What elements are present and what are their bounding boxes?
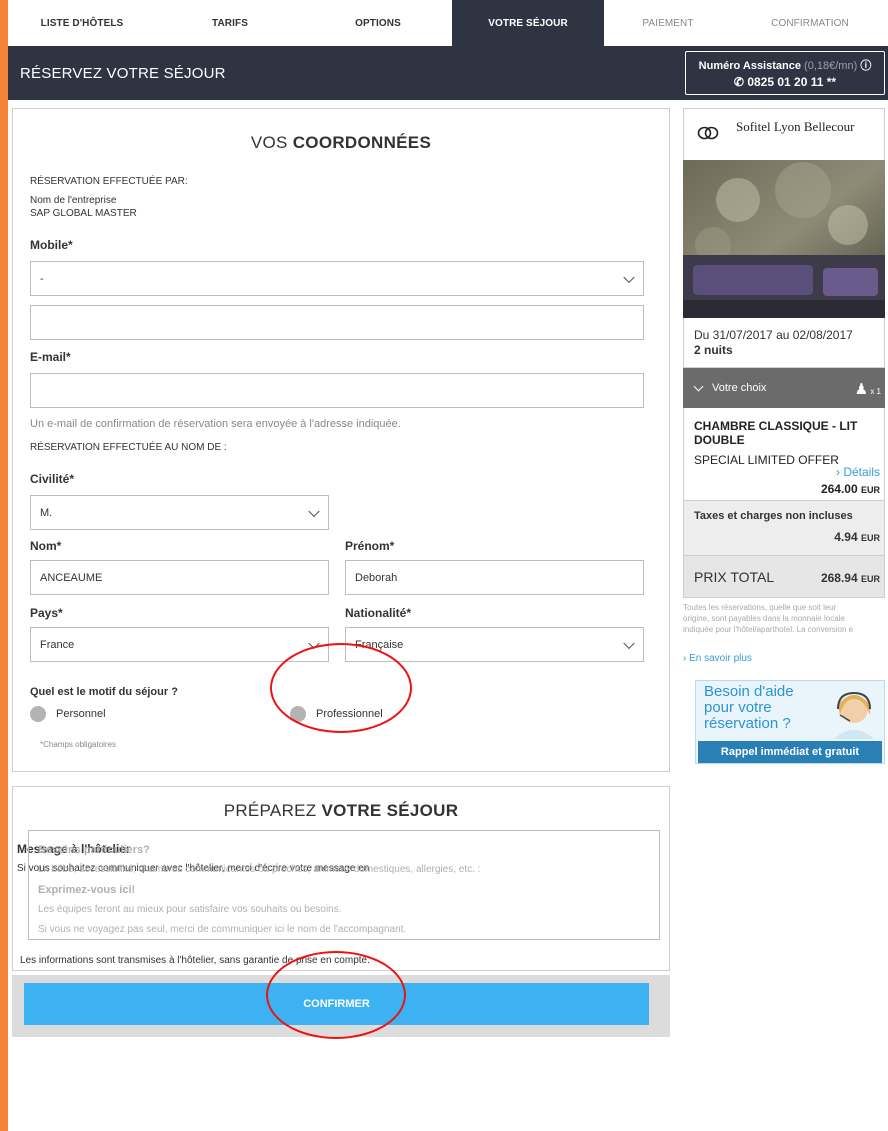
mobile-prefix-select[interactable]: - [30,261,644,296]
taxes-row: Taxes et charges non incluses 4.94 EUR [683,501,885,556]
civility-label: Civilité* [30,472,75,486]
civility-select[interactable]: M. [30,495,329,530]
sofitel-logo-icon [697,126,719,140]
company-value: SAP GLOBAL MASTER [30,208,137,219]
assistance-box[interactable]: Numéro Assistance (0,18€/mn) ⓘ ✆ 0825 01… [685,51,885,95]
country-label: Pays* [30,606,63,620]
country-select[interactable]: France [30,627,329,662]
nights-count: 2 nuits [694,343,733,357]
civility-value: M. [40,506,53,519]
purpose-personal-radio[interactable]: Personnel [30,706,106,722]
taxes-label: Taxes et charges non incluses [694,510,853,522]
support-agent-image [834,691,874,739]
total-row: PRIX TOTAL 268.94 EUR [683,556,885,598]
contact-details-card: VOS COORDONNÉES RÉSERVATION EFFECTUÉE PA… [12,108,670,772]
message-textarea[interactable]: Besoins particuliers? Lit bébé, accessib… [28,830,660,940]
step-your-stay: VOTRE SÉJOUR [452,0,604,46]
country-value: France [40,638,75,651]
hotel-header: Sofitel Lyon Bellecour [683,108,885,160]
mobile-label: Mobile* [30,238,73,252]
booking-steps: LISTE D'HÔTELS TARIFS OPTIONS VOTRE SÉJO… [8,0,888,46]
assistance-rate: (0,18€/mn) [804,60,858,72]
firstname-label: Prénom* [345,539,395,553]
placeholder-line: Les équipes feront au mieux pour satisfa… [38,904,342,915]
radio-dot [30,706,46,722]
purpose-personal-label: Personnel [56,708,106,720]
step-payment: PAIEMENT [642,17,694,29]
help-text: Besoin d'aide pour votre réservation ? [704,683,794,732]
page-title: RÉSERVEZ VOTRE SÉJOUR [20,65,226,82]
placeholder-line: Besoins particuliers? [38,844,150,856]
booked-for-heading: RÉSERVATION EFFECTUÉE AU NOM DE : [30,442,227,453]
person-count: ♟ x 1 [854,381,881,398]
person-icon: ♟ [854,381,869,398]
chevron-down-icon [623,271,635,283]
total-value: 268.94 EUR [820,571,880,585]
lastname-input[interactable]: ANCEAUME [30,560,329,595]
room-details: CHAMBRE CLASSIQUE - LIT DOUBLE SPECIAL L… [683,408,885,501]
callback-button[interactable]: Rappel immédiat et gratuit [698,741,882,763]
step-options[interactable]: OPTIONS [304,0,452,46]
booked-by-heading: RÉSERVATION EFFECTUÉE PAR: [30,176,188,187]
placeholder-line: Si vous ne voyagez pas seul, merci de co… [38,924,407,935]
annotation-circle [266,951,406,1039]
step-confirmation: CONFIRMATION [771,17,849,29]
contact-section-title: VOS COORDONNÉES [250,133,432,152]
chevron-down-icon [623,637,635,649]
more-info-link[interactable]: › En savoir plus [683,653,752,664]
nationality-label: Nationalité* [345,606,412,620]
email-label: E-mail* [30,350,71,364]
assistance-label: Numéro Assistance [698,60,801,72]
email-input[interactable] [30,373,644,408]
hotel-name: Sofitel Lyon Bellecour [736,119,855,134]
taxes-value: 4.94 EUR [834,530,880,544]
payment-info: Toutes les réservations, quelle que soit… [683,603,854,634]
chevron-down-icon [693,381,704,391]
placeholder-line: Lit bébé, accessibilité, chambres commun… [38,864,481,875]
lastname-label: Nom* [30,539,62,553]
company-label: Nom de l'entreprise [30,195,117,206]
your-choice-label: Votre choix [712,382,767,394]
room-price: 264.00 EUR [820,482,880,496]
mobile-prefix-value: - [40,272,44,285]
help-banner[interactable]: Besoin d'aide pour votre réservation ? R… [695,680,885,764]
chevron-down-icon [308,505,320,517]
phone-icon: ✆ [733,75,748,89]
firstname-input[interactable]: Deborah [345,560,644,595]
step-hotel-list[interactable]: LISTE D'HÔTELS [8,0,156,46]
step-rates[interactable]: TARIFS [156,0,304,46]
date-range: Du 31/07/2017 au 02/08/2017 [694,328,853,342]
placeholder-line: Exprimez-vous ici! [38,884,136,896]
booking-page: LISTE D'HÔTELS TARIFS OPTIONS VOTRE SÉJO… [8,0,888,1131]
required-note: *Champs obligatoires [40,740,117,749]
mobile-number-input[interactable] [30,305,644,340]
assistance-phone: 0825 01 20 11 ** [747,75,837,89]
info-icon[interactable]: ⓘ [860,60,871,72]
purpose-label: Quel est le motif du séjour ? [30,686,178,698]
stay-dates: Du 31/07/2017 au 02/08/2017 2 nuits [683,318,885,368]
prepare-section-title: PRÉPAREZ VOTRE SÉJOUR [223,801,459,820]
details-link[interactable]: › Détails [836,465,880,479]
email-note: Un e-mail de confirmation de réservation… [30,418,401,430]
hotel-photo [683,160,885,318]
page-header: RÉSERVEZ VOTRE SÉJOUR Numéro Assistance … [8,46,888,100]
annotation-circle [270,643,412,733]
room-type: CHAMBRE CLASSIQUE - LIT DOUBLE [694,419,858,447]
your-choice-toggle[interactable]: Votre choix ♟ x 1 [683,368,885,408]
